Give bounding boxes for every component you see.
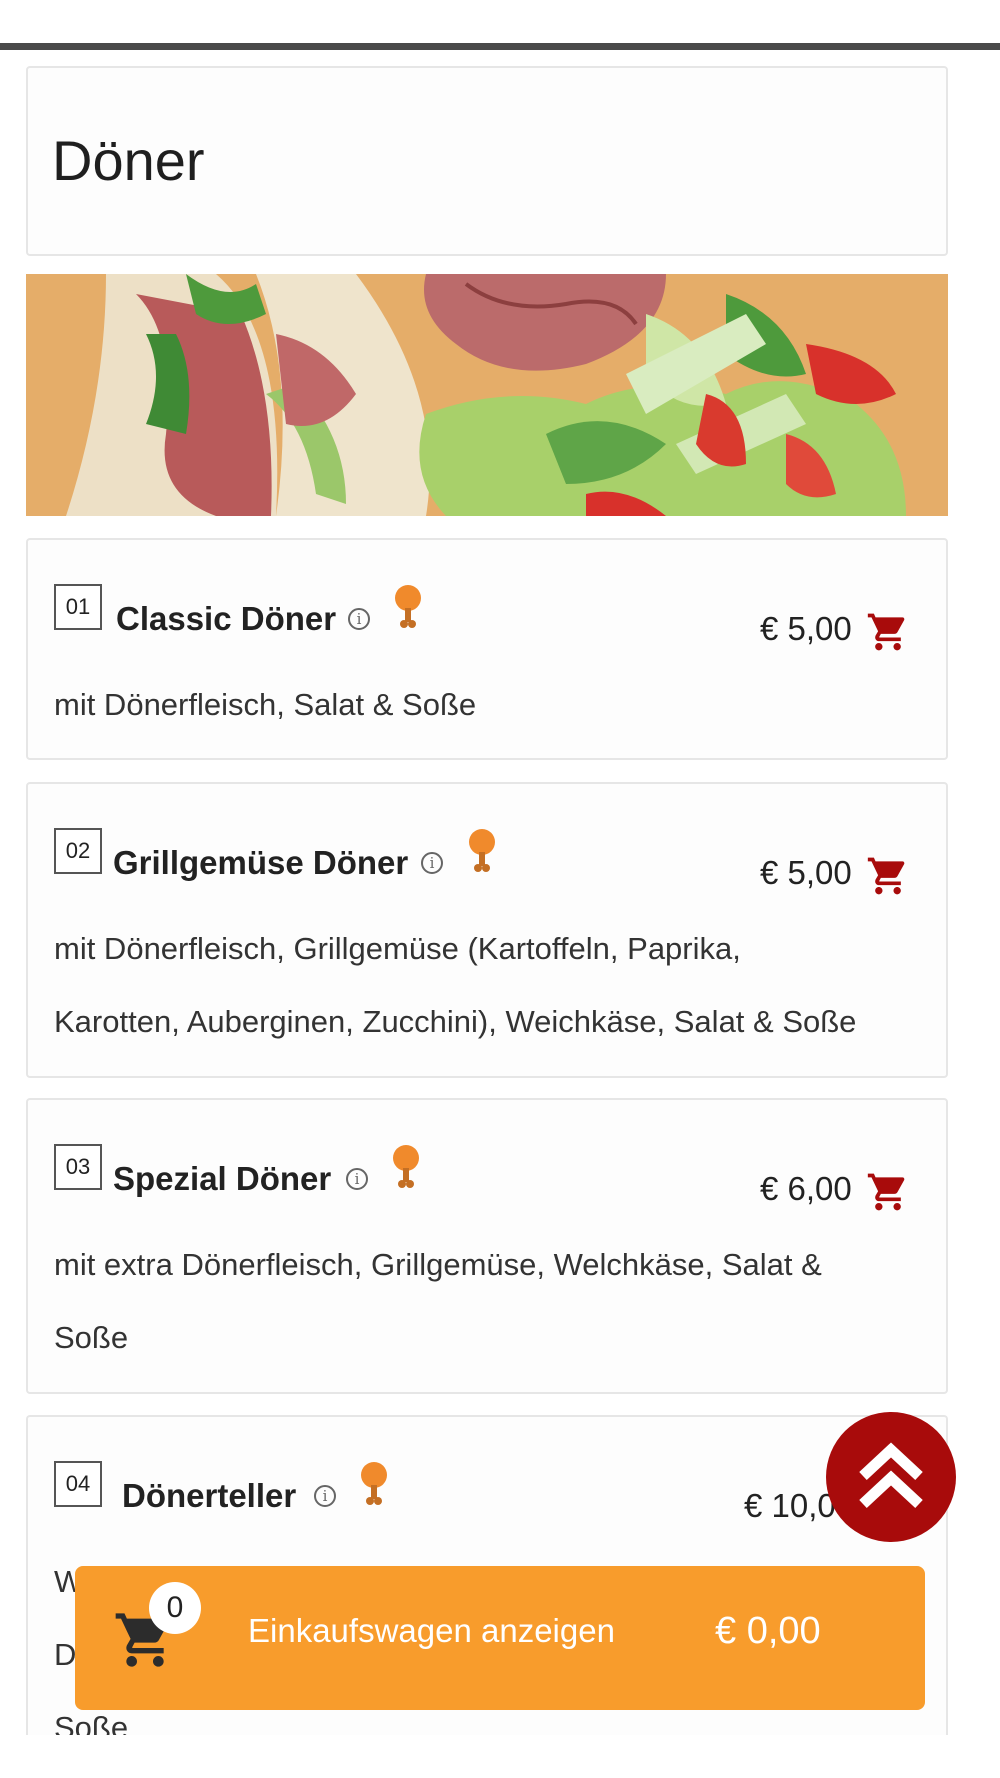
item-number: 04 <box>54 1461 102 1507</box>
item-description-line: Soße <box>54 1320 129 1355</box>
item-number: 01 <box>54 584 102 630</box>
item-name[interactable]: Classic Döner <box>116 600 336 638</box>
item-description: mit extra Dönerfleisch, Grillgemüse, Wel… <box>54 1228 936 1374</box>
item-description: mit Dönerfleisch, Grillgemüse (Kartoffel… <box>54 912 936 1058</box>
menu-item-02[interactable]: 02 Grillgemüse Döner i € 5,00 mit Dönerf… <box>26 782 948 1078</box>
item-description-line: mit extra Dönerfleisch, Grillgemüse, Wel… <box>54 1247 822 1282</box>
item-price: € 5,00 <box>760 610 852 647</box>
add-to-cart-icon[interactable] <box>866 854 910 898</box>
category-title: Döner <box>52 129 205 192</box>
category-banner-image <box>26 274 948 516</box>
view-cart-button[interactable]: 0 Einkaufswagen anzeigen € 0,00 <box>75 1566 925 1710</box>
chicken-leg-icon <box>361 1462 387 1505</box>
item-price: € 6,00 <box>760 1170 852 1207</box>
bottom-edge <box>0 1735 1000 1778</box>
category-header: Döner <box>26 66 948 256</box>
chicken-leg-icon <box>393 1145 419 1188</box>
item-number: 02 <box>54 828 102 874</box>
cart-label: Einkaufswagen anzeigen <box>248 1612 615 1649</box>
item-name[interactable]: Spezial Döner <box>113 1160 331 1198</box>
info-icon[interactable]: i <box>346 1168 368 1190</box>
item-price: € 10,0 <box>744 1487 836 1524</box>
scroll-to-top-button[interactable] <box>826 1412 956 1542</box>
top-divider <box>0 43 1000 50</box>
item-description-line: Karotten, Auberginen, Zucchini), Weichkä… <box>54 1004 857 1039</box>
cart-count-badge: 0 <box>149 1582 201 1634</box>
item-name[interactable]: Grillgemüse Döner <box>113 844 408 882</box>
double-chevron-up-icon <box>859 1442 923 1509</box>
chicken-leg-icon <box>469 829 495 872</box>
item-description-line: mit Dönerfleisch, Salat & Soße <box>54 687 477 722</box>
menu-item-01[interactable]: 01 Classic Döner i € 5,00 mit Dönerfleis… <box>26 538 948 760</box>
item-number: 03 <box>54 1144 102 1190</box>
info-icon[interactable]: i <box>314 1485 336 1507</box>
add-to-cart-icon[interactable] <box>866 1170 910 1214</box>
info-icon[interactable]: i <box>421 852 443 874</box>
info-icon[interactable]: i <box>348 608 370 630</box>
cart-total: € 0,00 <box>715 1610 821 1652</box>
add-to-cart-icon[interactable] <box>866 610 910 654</box>
item-name[interactable]: Dönerteller <box>122 1477 296 1515</box>
item-description: mit Dönerfleisch, Salat & Soße <box>54 668 936 741</box>
item-price: € 5,00 <box>760 854 852 891</box>
menu-item-03[interactable]: 03 Spezial Döner i € 6,00 mit extra Döne… <box>26 1098 948 1394</box>
chicken-leg-icon <box>395 585 421 628</box>
item-description-line: mit Dönerfleisch, Grillgemüse (Kartoffel… <box>54 931 741 966</box>
